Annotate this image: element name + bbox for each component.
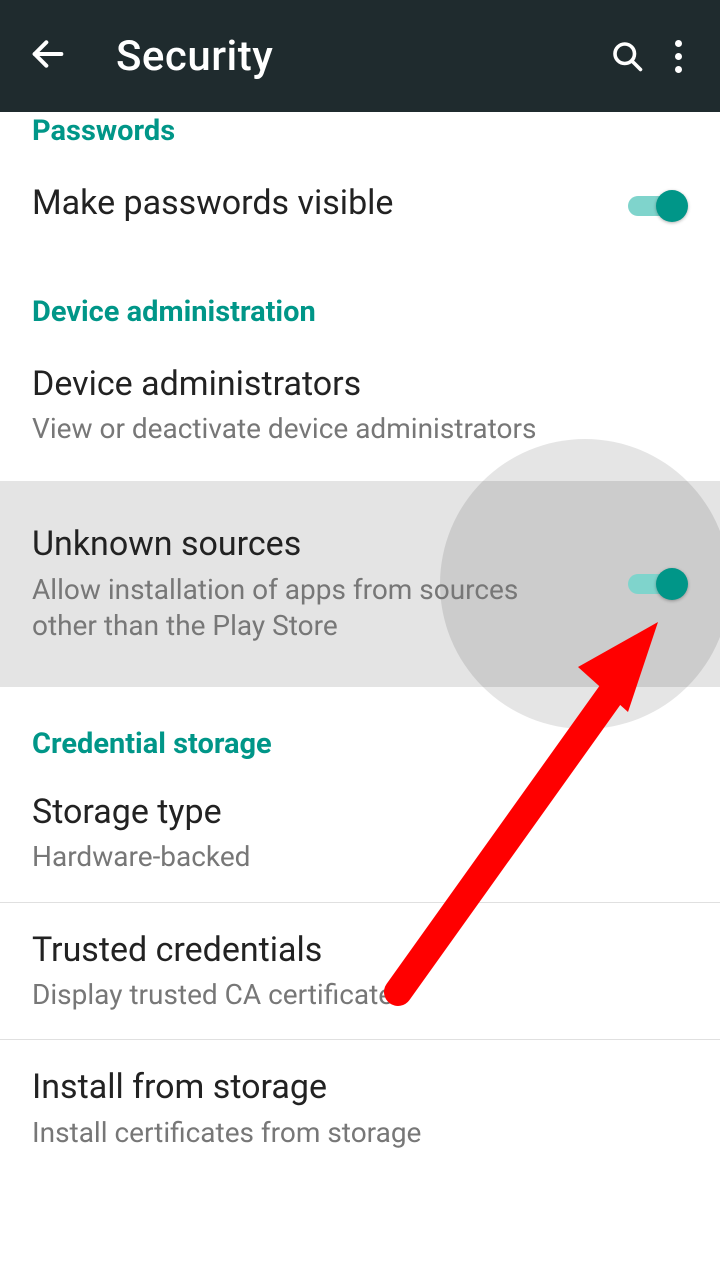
app-bar: Security bbox=[0, 0, 720, 112]
overflow-menu-icon[interactable] bbox=[657, 28, 700, 85]
setting-title: Install from storage bbox=[32, 1066, 688, 1109]
section-header-device-administration: Device administration bbox=[0, 265, 720, 329]
setting-title: Device administrators bbox=[32, 363, 688, 406]
page-title: Security bbox=[116, 32, 597, 81]
setting-install-from-storage[interactable]: Install from storage Install certificate… bbox=[0, 1040, 720, 1177]
setting-device-administrators[interactable]: Device administrators View or deactivate… bbox=[0, 329, 720, 474]
setting-title: Storage type bbox=[32, 791, 688, 834]
toggle-unknown-sources[interactable] bbox=[628, 566, 688, 602]
back-icon[interactable] bbox=[28, 34, 68, 78]
setting-make-passwords-visible[interactable]: Make passwords visible bbox=[0, 148, 720, 265]
search-icon[interactable] bbox=[597, 26, 657, 86]
setting-title: Trusted credentials bbox=[32, 929, 688, 972]
setting-subtitle: Install certificates from storage bbox=[32, 1115, 688, 1151]
setting-unknown-sources[interactable]: Unknown sources Allow installation of ap… bbox=[0, 481, 720, 686]
setting-title: Make passwords visible bbox=[32, 182, 600, 225]
section-header-credential-storage: Credential storage bbox=[0, 687, 720, 761]
setting-subtitle: Display trusted CA certificates bbox=[32, 977, 688, 1013]
setting-subtitle: View or deactivate device administrators bbox=[32, 411, 688, 447]
setting-storage-type[interactable]: Storage type Hardware-backed bbox=[0, 761, 720, 902]
setting-subtitle: Allow installation of apps from sources … bbox=[32, 572, 552, 645]
settings-list: Passwords Make passwords visible Device … bbox=[0, 112, 720, 1280]
section-header-passwords: Passwords bbox=[0, 112, 720, 148]
setting-subtitle: Hardware-backed bbox=[32, 839, 688, 875]
setting-trusted-credentials[interactable]: Trusted credentials Display trusted CA c… bbox=[0, 903, 720, 1040]
setting-title: Unknown sources bbox=[32, 523, 600, 566]
toggle-make-passwords-visible[interactable] bbox=[628, 188, 688, 224]
